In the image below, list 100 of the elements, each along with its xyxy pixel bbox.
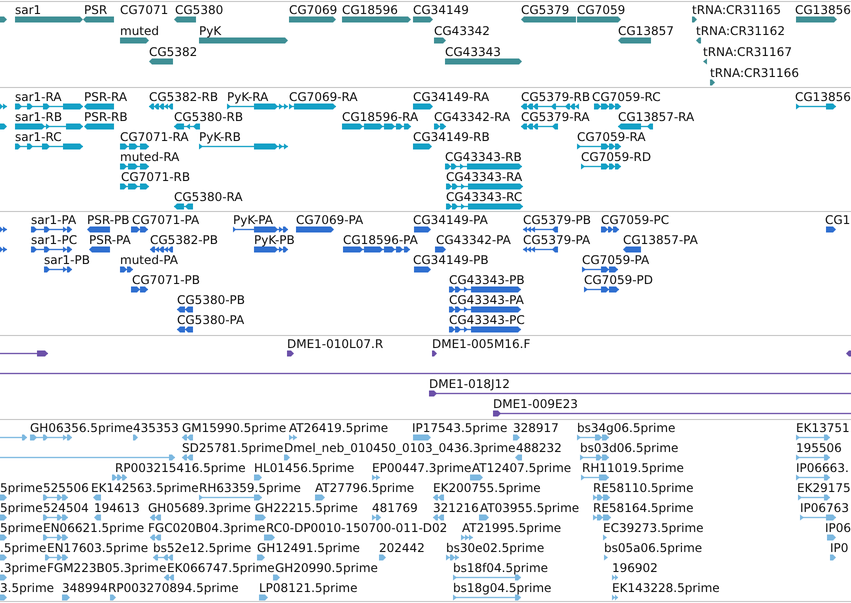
feature-arrow[interactable] xyxy=(796,103,836,110)
feature-arrow[interactable] xyxy=(149,103,173,110)
feature-label: PSR-RB xyxy=(84,110,128,124)
feature-arrow[interactable] xyxy=(31,226,72,233)
feature-arrow[interactable] xyxy=(0,350,48,357)
feature-label: 196902 xyxy=(612,561,658,575)
feature-arrow[interactable] xyxy=(446,203,523,210)
feature-arrow[interactable] xyxy=(254,246,288,253)
feature-label: IP0 xyxy=(830,541,848,555)
feature-arrow[interactable] xyxy=(696,37,701,44)
feature-arrow[interactable] xyxy=(577,143,621,150)
feature-arrow[interactable] xyxy=(289,103,336,110)
feature-arrow[interactable] xyxy=(174,16,196,23)
feature-arrow[interactable] xyxy=(710,79,715,86)
feature-label: FGC020B04.3prime xyxy=(148,521,266,535)
feature-arrow[interactable] xyxy=(413,16,433,23)
feature-arrow[interactable] xyxy=(449,306,521,313)
feature-arrow[interactable] xyxy=(692,16,697,23)
feature-arrow[interactable] xyxy=(493,410,851,417)
feature-label: RE58110.5prime xyxy=(593,481,694,495)
feature-label: 5prime xyxy=(0,501,43,515)
feature-arrow[interactable] xyxy=(31,246,72,253)
feature-arrow[interactable] xyxy=(413,143,432,150)
feature-arrow[interactable] xyxy=(577,16,621,23)
feature-arrow[interactable] xyxy=(120,37,149,44)
feature-arrow[interactable] xyxy=(846,350,851,357)
feature-arrow[interactable] xyxy=(15,123,83,130)
feature-arrow[interactable] xyxy=(449,286,521,293)
feature-arrow[interactable] xyxy=(796,16,837,23)
feature-arrow[interactable] xyxy=(0,103,7,110)
feature-arrow[interactable] xyxy=(429,390,851,397)
feature-arrow[interactable] xyxy=(199,143,288,150)
feature-arrow[interactable] xyxy=(601,226,619,233)
feature-arrow[interactable] xyxy=(131,226,148,233)
feature-arrow[interactable] xyxy=(523,226,558,233)
feature-label: CG13857-RA xyxy=(618,110,694,124)
feature-arrow[interactable] xyxy=(233,226,288,233)
feature-arrow[interactable] xyxy=(343,246,410,253)
feature-line[interactable] xyxy=(0,370,851,377)
feature-arrow[interactable] xyxy=(120,183,149,190)
feature-label: CG43343-PB xyxy=(449,273,525,287)
feature-label: HL01456.5prime xyxy=(254,461,354,475)
feature-arrow[interactable] xyxy=(521,103,579,110)
feature-arrow[interactable] xyxy=(434,37,446,44)
feature-label: PyK-PB xyxy=(254,233,295,247)
feature-arrow[interactable] xyxy=(15,143,83,150)
feature-arrow[interactable] xyxy=(594,103,621,110)
feature-arrow[interactable] xyxy=(342,123,411,130)
feature-arrow[interactable] xyxy=(432,350,437,357)
feature-arrow[interactable] xyxy=(227,103,288,110)
feature-arrow[interactable] xyxy=(89,246,110,253)
feature-arrow[interactable] xyxy=(582,266,618,273)
feature-arrow[interactable] xyxy=(87,226,110,233)
feature-label: CG7071-PB xyxy=(132,273,200,287)
feature-arrow[interactable] xyxy=(623,246,641,253)
feature-arrow[interactable] xyxy=(174,203,193,210)
feature-arrow[interactable] xyxy=(120,266,133,273)
feature-arrow[interactable] xyxy=(177,306,193,313)
feature-arrow[interactable] xyxy=(150,246,173,253)
feature-arrow[interactable] xyxy=(0,16,7,23)
feature-label: CG7069 xyxy=(289,3,338,17)
feature-arrow[interactable] xyxy=(44,266,72,273)
feature-arrow[interactable] xyxy=(287,350,294,357)
feature-arrow[interactable] xyxy=(296,226,334,233)
feature-arrow[interactable] xyxy=(0,123,7,130)
feature-arrow[interactable] xyxy=(435,246,446,253)
feature-arrow[interactable] xyxy=(15,103,83,110)
feature-arrow[interactable] xyxy=(618,37,651,44)
feature-label: 525506 xyxy=(43,481,89,495)
feature-arrow[interactable] xyxy=(414,266,431,273)
feature-arrow[interactable] xyxy=(826,226,836,233)
feature-arrow[interactable] xyxy=(703,58,707,65)
feature-arrow[interactable] xyxy=(174,123,200,130)
feature-arrow[interactable] xyxy=(434,123,446,130)
feature-label: sar1-RA xyxy=(15,90,62,104)
feature-arrow[interactable] xyxy=(149,58,173,65)
feature-arrow[interactable] xyxy=(521,123,558,130)
feature-arrow[interactable] xyxy=(84,103,114,110)
feature-arrow[interactable] xyxy=(289,16,336,23)
feature-arrow[interactable] xyxy=(581,163,621,170)
feature-arrow[interactable] xyxy=(584,286,619,293)
feature-arrow[interactable] xyxy=(618,123,653,130)
feature-arrow[interactable] xyxy=(0,226,7,233)
feature-arrow[interactable] xyxy=(120,163,149,170)
feature-arrow[interactable] xyxy=(131,286,148,293)
feature-arrow[interactable] xyxy=(523,246,558,253)
feature-arrow[interactable] xyxy=(445,163,522,170)
feature-arrow[interactable] xyxy=(0,246,7,253)
feature-label: RC0-DP0010-150700-011-D02 xyxy=(266,521,448,535)
feature-arrow[interactable] xyxy=(449,326,521,333)
feature-arrow[interactable] xyxy=(413,103,433,110)
feature-label: bs34g06.5prime xyxy=(577,421,676,435)
feature-arrow[interactable] xyxy=(177,326,193,333)
feature-arrow[interactable] xyxy=(446,183,523,190)
feature-arrow[interactable] xyxy=(414,226,431,233)
feature-label: muted-RA xyxy=(120,150,180,164)
feature-label: CG43343-RA xyxy=(446,170,522,184)
feature-arrow[interactable] xyxy=(120,143,149,150)
feature-label: GH20990.5prime xyxy=(275,561,378,575)
feature-arrow[interactable] xyxy=(83,16,114,23)
